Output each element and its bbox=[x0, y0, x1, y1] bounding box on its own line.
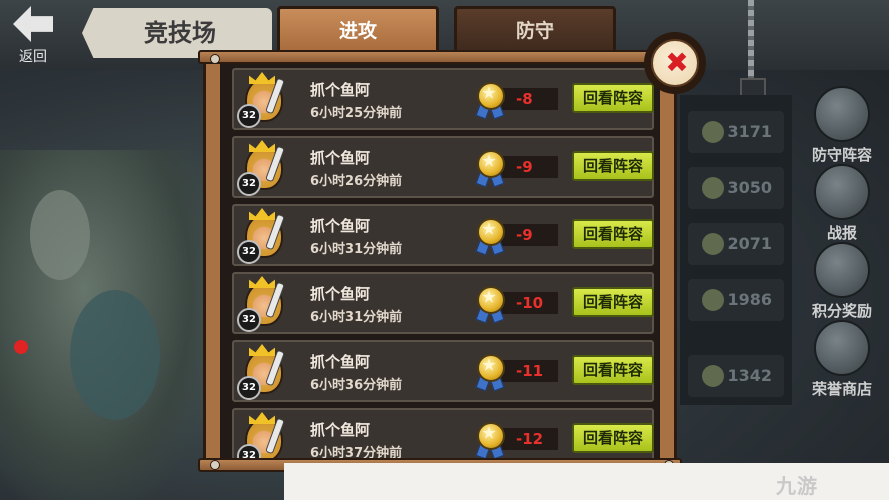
replay-lineup-button[interactable]: 回看阵容 bbox=[572, 151, 654, 181]
player-avatar: 32 bbox=[237, 276, 287, 332]
side-button-battle-report[interactable]: 战报 bbox=[802, 164, 882, 243]
player-avatar: 32 bbox=[237, 140, 287, 196]
score-change: -12 bbox=[498, 428, 558, 450]
player-avatar: 32 bbox=[237, 208, 287, 264]
ranking-score: 2071 bbox=[727, 234, 772, 253]
back-arrow-icon bbox=[13, 6, 53, 42]
nail-decoration bbox=[210, 460, 220, 470]
ranking-row: 1342 bbox=[688, 355, 784, 397]
replay-lineup-button[interactable]: 回看阵容 bbox=[572, 287, 654, 317]
panel-top-rail bbox=[198, 50, 682, 64]
level-badge: 32 bbox=[237, 104, 261, 128]
player-name: 抓个鱼阿 bbox=[310, 217, 371, 235]
side-button-label: 荣誉商店 bbox=[811, 380, 872, 398]
record-row: 32 抓个鱼阿 6小时31分钟前 -10 回看阵容 bbox=[232, 272, 654, 334]
player-name: 抓个鱼阿 bbox=[310, 353, 371, 371]
crown-icon bbox=[249, 344, 275, 356]
close-button[interactable]: ✖ bbox=[644, 32, 706, 94]
crown-icon bbox=[249, 72, 275, 84]
level-badge: 32 bbox=[237, 172, 261, 196]
record-list[interactable]: 32 抓个鱼阿 6小时25分钟前 -8 回看阵容 32 抓个鱼阿 6小时26分钟… bbox=[220, 64, 660, 458]
tab-attack[interactable]: 进攻 bbox=[277, 6, 439, 52]
player-avatar: 32 bbox=[237, 72, 287, 128]
replay-lineup-button[interactable]: 回看阵容 bbox=[572, 83, 654, 113]
medal-icon bbox=[474, 286, 505, 324]
ranking-score: 1986 bbox=[727, 290, 772, 309]
level-badge: 32 bbox=[237, 308, 261, 332]
notification-dot bbox=[14, 340, 28, 354]
crown-icon bbox=[249, 208, 275, 220]
back-label: 返回 bbox=[19, 49, 47, 65]
medal-icon bbox=[474, 218, 505, 256]
player-avatar: 32 bbox=[237, 412, 287, 458]
battle-time: 6小时37分钟前 bbox=[310, 446, 403, 458]
medal-icon bbox=[474, 354, 505, 392]
battle-time: 6小时36分钟前 bbox=[310, 378, 403, 393]
close-button-ring: ✖ bbox=[651, 39, 699, 87]
ranking-row: 3171 bbox=[688, 111, 784, 153]
side-button-label: 防守阵容 bbox=[811, 146, 872, 164]
close-icon: ✖ bbox=[665, 46, 689, 79]
ranking-row: 1986 bbox=[688, 279, 784, 321]
hero-silhouette bbox=[70, 290, 160, 420]
record-row: 32 抓个鱼阿 6小时26分钟前 -9 回看阵容 bbox=[232, 136, 654, 198]
medal-icon bbox=[702, 177, 724, 199]
medal-icon bbox=[702, 121, 724, 143]
ranking-score: 1342 bbox=[727, 366, 772, 385]
tab-defense[interactable]: 防守 bbox=[454, 6, 616, 52]
score-change: -11 bbox=[498, 360, 558, 382]
ranking-score: 3171 bbox=[727, 122, 772, 141]
ranking-row: 2071 bbox=[688, 223, 784, 265]
crown-icon bbox=[249, 276, 275, 288]
score-change: -9 bbox=[498, 224, 558, 246]
back-button[interactable]: 返回 bbox=[6, 4, 60, 68]
ranking-list-background: 3171 3050 2071 1986 1342 bbox=[680, 95, 792, 405]
shield-silhouette bbox=[30, 190, 90, 280]
level-badge: 32 bbox=[237, 376, 261, 400]
record-row: 32 抓个鱼阿 6小时36分钟前 -11 回看阵容 bbox=[232, 340, 654, 402]
score-change: -10 bbox=[498, 292, 558, 314]
record-row: 32 抓个鱼阿 6小时37分钟前 -12 回看阵容 bbox=[232, 408, 654, 458]
side-button-label: 积分奖励 bbox=[811, 302, 872, 320]
nail-decoration bbox=[210, 54, 220, 64]
medal-icon bbox=[474, 150, 505, 188]
level-badge: 32 bbox=[237, 240, 261, 264]
player-name: 抓个鱼阿 bbox=[310, 149, 371, 167]
battle-time: 6小时31分钟前 bbox=[310, 242, 403, 257]
medal-icon bbox=[474, 422, 505, 458]
ranking-row: 3050 bbox=[688, 167, 784, 209]
score-change: -9 bbox=[498, 156, 558, 178]
side-button-defense-lineup[interactable]: 防守阵容 bbox=[802, 86, 882, 165]
side-button-honor-shop[interactable]: 荣誉商店 bbox=[802, 320, 882, 399]
replay-lineup-button[interactable]: 回看阵容 bbox=[572, 355, 654, 385]
battle-time: 6小时26分钟前 bbox=[310, 174, 403, 189]
record-row: 32 抓个鱼阿 6小时25分钟前 -8 回看阵容 bbox=[232, 68, 654, 130]
player-name: 抓个鱼阿 bbox=[310, 81, 371, 99]
side-button-points-reward[interactable]: 积分奖励 bbox=[802, 242, 882, 321]
player-name: 抓个鱼阿 bbox=[310, 421, 371, 439]
shield-icon bbox=[814, 86, 870, 142]
chest-icon bbox=[814, 242, 870, 298]
medal-icon bbox=[702, 365, 724, 387]
side-button-label: 战报 bbox=[826, 224, 857, 242]
shop-icon bbox=[814, 320, 870, 376]
ranking-score: 3050 bbox=[727, 178, 772, 197]
replay-lineup-button[interactable]: 回看阵容 bbox=[572, 423, 654, 453]
replay-lineup-button[interactable]: 回看阵容 bbox=[572, 219, 654, 249]
player-avatar: 32 bbox=[237, 344, 287, 400]
battle-time: 6小时31分钟前 bbox=[310, 310, 403, 325]
medal-icon bbox=[474, 82, 505, 120]
record-row: 32 抓个鱼阿 6小时31分钟前 -9 回看阵容 bbox=[232, 204, 654, 266]
medal-icon bbox=[702, 289, 724, 311]
battle-time: 6小时25分钟前 bbox=[310, 106, 403, 121]
score-change: -8 bbox=[498, 88, 558, 110]
crown-icon bbox=[249, 412, 275, 424]
medal-icon bbox=[702, 233, 724, 255]
player-name: 抓个鱼阿 bbox=[310, 285, 371, 303]
scroll-icon bbox=[814, 164, 870, 220]
watermark: 九游 bbox=[776, 474, 818, 498]
crown-icon bbox=[249, 140, 275, 152]
